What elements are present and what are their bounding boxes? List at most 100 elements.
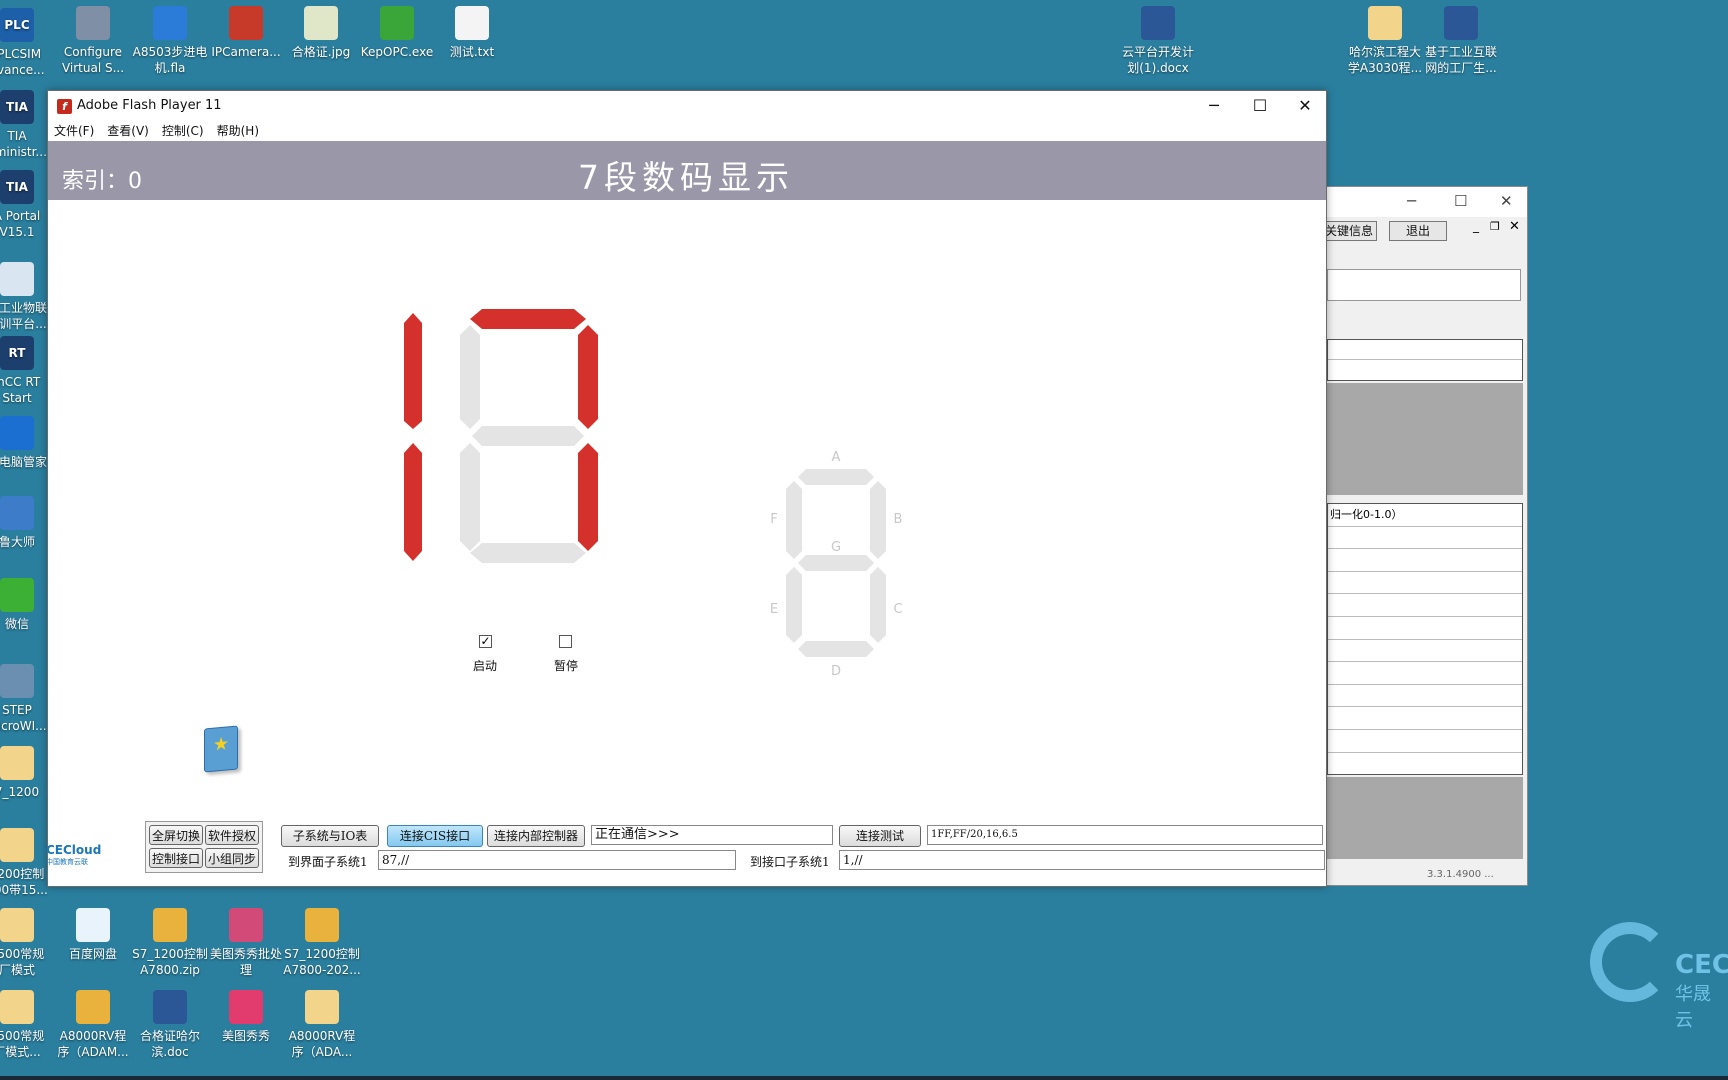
table-row[interactable] — [1328, 594, 1522, 617]
desktop-shortcut[interactable]: 美图秀秀 — [207, 990, 285, 1044]
table-row[interactable] — [1328, 662, 1522, 685]
baidu-netdisk-icon — [76, 908, 110, 942]
desktop-shortcut[interactable]: A8000RV程 序（ADA... — [283, 990, 361, 1060]
desktop-shortcut[interactable]: PLC -PLCSIM dvance... — [0, 8, 56, 78]
list-row[interactable] — [1328, 340, 1522, 360]
desktop-shortcut[interactable]: Configure Virtual S... — [54, 6, 132, 76]
desktop-shortcut-label: 合格证哈尔 滨.doc — [139, 1029, 200, 1059]
maximize-icon[interactable]: ☐ — [1454, 192, 1467, 210]
word-doc-icon — [1141, 6, 1175, 40]
close-icon[interactable]: ✕ — [1282, 91, 1328, 121]
desktop-shortcut[interactable]: IPCamera... — [207, 6, 285, 60]
to-ui-subsystem-field[interactable]: 87,// — [378, 850, 736, 870]
segment-b-digit2 — [578, 325, 598, 429]
desktop-shortcut[interactable]: 合格证哈尔 滨.doc — [131, 990, 209, 1060]
table-row[interactable] — [1328, 572, 1522, 595]
to-ui-subsystem-label: 到界面子系统1 — [288, 855, 368, 869]
desktop-shortcut[interactable]: A8503步进电 机.fla — [131, 6, 209, 76]
zip-folder-icon — [305, 908, 339, 942]
folder-zip-icon — [1368, 6, 1402, 40]
key-info-button[interactable]: 关键信息 — [1321, 221, 1377, 241]
desktop-shortcut-label: 1500常规 厂模式... — [0, 1029, 45, 1059]
desktop-shortcut[interactable]: KepOPC.exe — [358, 6, 436, 60]
label-d: D — [831, 664, 841, 679]
desktop-shortcut-label: 哈尔滨工程大 学A3030程... — [1347, 45, 1423, 75]
table-row[interactable]: 归一化0-1.0） — [1328, 504, 1522, 527]
desktop-shortcut[interactable]: 基于工业互联 网的工厂生... — [1422, 6, 1500, 76]
ref-segment-c — [870, 567, 886, 643]
desktop-shortcut-label: 测试.txt — [449, 45, 495, 59]
desktop-shortcut[interactable]: 云平台开发计 划(1).docx — [1119, 6, 1197, 76]
desktop-shortcut-label: IPCamera... — [211, 45, 281, 59]
maximize-icon[interactable]: ☐ — [1237, 91, 1283, 121]
desktop-shortcut[interactable]: S7_1200控制 A7800.zip — [131, 908, 209, 978]
desktop-shortcut[interactable]: 美图秀秀批处 理 — [207, 908, 285, 978]
exit-button[interactable]: 退出 — [1389, 221, 1447, 241]
connect-test-button[interactable]: 连接测试 — [839, 825, 921, 847]
minimize-icon[interactable]: _ — [1473, 219, 1479, 233]
desktop-shortcut[interactable]: A8000RV程 序（ADAM... — [54, 990, 132, 1060]
pc-manager-icon — [0, 416, 34, 450]
to-interface-subsystem-label: 到接口子系统1 — [750, 855, 830, 869]
connect-internal-controller-button[interactable]: 连接内部控制器 — [487, 825, 585, 847]
taskbar-edge — [0, 1076, 1728, 1080]
table-row[interactable] — [1328, 617, 1522, 640]
favorites-book-icon[interactable]: ★ — [204, 725, 238, 773]
bg-dialog-input[interactable] — [1327, 269, 1521, 301]
table-row[interactable] — [1328, 640, 1522, 663]
minimize-icon[interactable]: ─ — [1191, 91, 1237, 121]
wincc-icon: RT — [0, 336, 34, 370]
table-row[interactable] — [1328, 707, 1522, 730]
desktop-shortcut-label: 美图秀秀 — [221, 1029, 270, 1043]
cecloud-logo-sub: 中国教育云联 — [46, 858, 88, 866]
label-c: C — [893, 602, 902, 617]
desktop-shortcut[interactable]: 1500常规 厂模式... — [0, 990, 56, 1060]
table-row[interactable] — [1328, 730, 1522, 753]
table-row[interactable] — [1328, 685, 1522, 708]
word-doc-icon — [153, 990, 187, 1024]
start-checkbox-label: 启动 — [473, 659, 498, 673]
table-row[interactable] — [1328, 527, 1522, 550]
menu-control[interactable]: 控制(C) — [162, 121, 204, 141]
desktop-shortcut-label: 美图秀秀批处 理 — [209, 947, 282, 977]
document-icon — [0, 908, 34, 942]
seven-segment-display — [404, 309, 598, 563]
close-icon[interactable]: ✕ — [1509, 219, 1520, 234]
minimize-icon[interactable]: ─ — [1407, 192, 1416, 210]
connect-cis-button[interactable]: 连接CIS接口 — [387, 825, 483, 847]
desktop-shortcut-label: A8000RV程 序（ADAM... — [57, 1029, 129, 1059]
desktop-shortcut[interactable]: 哈尔滨工程大 学A3030程... — [1346, 6, 1424, 76]
bg-dialog-table: 归一化0-1.0） — [1327, 503, 1523, 775]
menu-file[interactable]: 文件(F) — [54, 121, 94, 141]
test-value-field[interactable]: 1FF,FF/20,16,6.5 — [927, 825, 1323, 845]
restore-icon[interactable]: ❐ — [1490, 220, 1500, 233]
start-checkbox[interactable]: ✓ — [479, 635, 492, 648]
fullscreen-toggle-button[interactable]: 全屏切换 — [149, 825, 203, 845]
menu-view[interactable]: 查看(V) — [107, 121, 149, 141]
to-interface-subsystem-field[interactable]: 1,// — [839, 850, 1325, 870]
index-label: 索引：0 — [62, 169, 142, 194]
desktop-shortcut[interactable]: S7_1200控制 A7800-202... — [283, 908, 361, 978]
control-interface-button[interactable]: 控制接口 — [149, 848, 203, 868]
segment-b-digit1 — [404, 313, 422, 429]
desktop-shortcut[interactable]: 百度网盘 — [54, 908, 132, 962]
license-button[interactable]: 软件授权 — [205, 825, 259, 845]
group-sync-button[interactable]: 小组同步 — [205, 848, 259, 868]
table-row[interactable] — [1328, 549, 1522, 572]
version-text: 3.3.1.4900 ... — [1427, 869, 1494, 880]
close-icon[interactable]: ✕ — [1500, 192, 1513, 210]
desktop-shortcut[interactable]: 合格证.jpg — [282, 6, 360, 60]
subsystem-io-table-button[interactable]: 子系统与IO表 — [281, 825, 379, 847]
menu-help[interactable]: 帮助(H) — [217, 121, 259, 141]
text-file-icon — [455, 6, 489, 40]
pause-checkbox[interactable] — [559, 635, 572, 648]
desktop-shortcut[interactable]: 测试.txt — [433, 6, 511, 60]
bg-dialog-button-row: 关键信息 退出 _ ❐ ✕ — [1321, 217, 1527, 245]
flash-player-window: f Adobe Flash Player 11 ─ ☐ ✕ 文件(F) 查看(V… — [46, 90, 1328, 887]
watermark-text: CEC — [1675, 950, 1728, 980]
cecloud-logo: CECloud — [46, 843, 102, 857]
desktop-shortcut[interactable]: 1500常规 厂模式 — [0, 908, 56, 978]
ref-segment-e — [786, 567, 802, 643]
segment-c-digit2 — [578, 443, 598, 551]
desktop-shortcut-label: A8503步进电 机.fla — [132, 45, 208, 75]
